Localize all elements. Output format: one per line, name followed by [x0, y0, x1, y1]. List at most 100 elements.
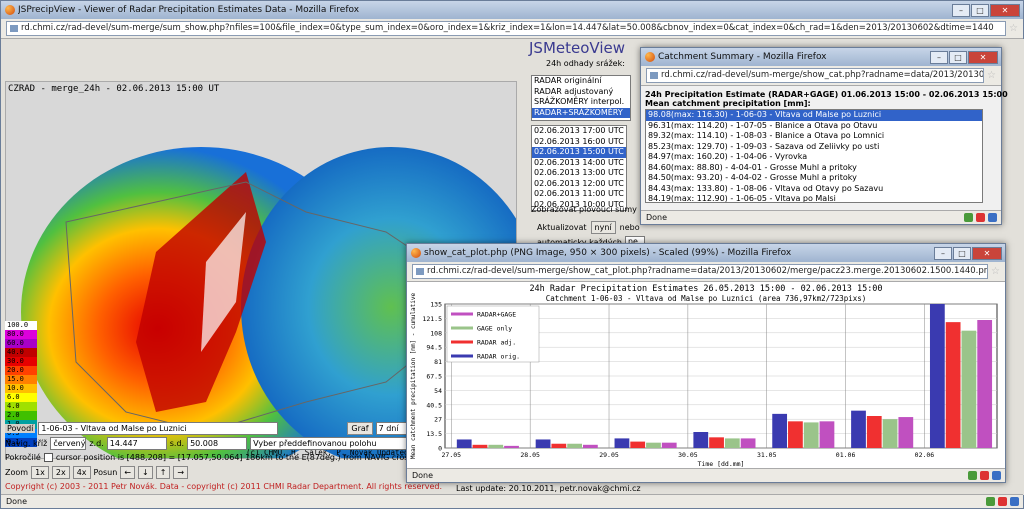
- time-option[interactable]: 02.06.2013 16:00 UTC: [532, 137, 626, 148]
- plot-url-input[interactable]: rd.chmi.cz/rad-devel/sum-merge/show_cat_…: [412, 264, 989, 279]
- legend-entry: 6.0: [5, 393, 37, 402]
- time-option[interactable]: 02.06.2013 14:00 UTC: [532, 158, 626, 169]
- catchment-row[interactable]: 96.31(max: 114.20) - 1-07-05 - Blanice a…: [646, 121, 982, 132]
- bar-gage-only: [724, 438, 740, 448]
- time-option[interactable]: 02.06.2013 12:00 UTC: [532, 179, 626, 190]
- y-tick-label: 40.5: [426, 401, 442, 409]
- graf-button[interactable]: Graf: [347, 421, 373, 435]
- plot-titlebar[interactable]: show_cat_plot.php (PNG Image, 950 × 300 …: [407, 244, 1005, 262]
- bar-gage-only: [882, 419, 898, 448]
- catchment-row[interactable]: 84.19(max: 112.90) - 1-06-05 - Vltava po…: [646, 194, 982, 202]
- legend-entry: 10.0: [5, 384, 37, 393]
- zd-input[interactable]: 14.447: [106, 436, 167, 450]
- pokrocile-checkbox[interactable]: [43, 453, 53, 462]
- legend-entry: 60.0: [5, 339, 37, 348]
- catchment-content: 24h Precipitation Estimate (RADAR+GAGE) …: [641, 86, 1008, 210]
- odhady-label: 24h odhady srážek:: [546, 59, 625, 68]
- catchment-titlebar[interactable]: Catchment Summary - Mozilla Firefox – □ …: [641, 48, 1001, 66]
- catchment-row[interactable]: 89.32(max: 114.10) - 1-08-03 - Blanice a…: [646, 131, 982, 142]
- y-tick-label: 108: [430, 329, 442, 337]
- legend-entry: 15.0: [5, 375, 37, 384]
- time-option[interactable]: 02.06.2013 17:00 UTC: [532, 126, 626, 137]
- sd-input[interactable]: 50.008: [187, 436, 248, 450]
- catchment-statusbar: Done: [641, 210, 1001, 224]
- product-option[interactable]: SRÁŽKOMĚRY interpol.: [532, 97, 630, 108]
- plot-content: 24h Radar Precipitation Estimates 26.05.…: [407, 282, 1005, 468]
- plot-status-text: Done: [412, 471, 434, 480]
- product-option[interactable]: RADAR originální: [532, 76, 630, 87]
- nebo-label: nebo: [619, 223, 640, 232]
- pan-left-button[interactable]: ←: [120, 465, 135, 479]
- x-tick-label: 30.05: [678, 451, 698, 459]
- legend-entry: 20.0: [5, 366, 37, 375]
- bar-radar-orig-: [929, 304, 945, 448]
- y-tick-label: 54: [434, 387, 442, 395]
- posun-label: Posun: [93, 467, 118, 477]
- catchment-row[interactable]: 98.08(max: 116.30) - 1-06-03 - Vltava od…: [646, 110, 982, 121]
- minimize-icon[interactable]: –: [952, 3, 970, 17]
- time-option[interactable]: 02.06.2013 15:00 UTC: [532, 147, 626, 158]
- select-position[interactable]: Vyber předdefinovanou polohu: [250, 436, 421, 450]
- maximize-icon[interactable]: □: [949, 50, 967, 64]
- status-icon-1: [964, 213, 973, 222]
- close-icon[interactable]: ✕: [990, 3, 1020, 17]
- bar-gage-only: [961, 330, 977, 448]
- bar-radar-gage: [977, 320, 993, 448]
- maximize-icon[interactable]: □: [971, 3, 989, 17]
- x-tick-label: 01.06: [836, 451, 856, 459]
- minimize-icon[interactable]: –: [934, 246, 952, 260]
- y-tick-label: 67.5: [426, 373, 442, 381]
- main-url-input[interactable]: rd.chmi.cz/rad-devel/sum-merge/sum_show.…: [6, 21, 1007, 36]
- product-list[interactable]: RADAR originální RADAR adjustovaný SRÁŽKOM…: [531, 75, 631, 121]
- catchment-row[interactable]: 84.97(max: 160.20) - 1-04-06 - Vyrovka: [646, 152, 982, 163]
- time-option[interactable]: 02.06.2013 11:00 UTC: [532, 189, 626, 200]
- status-icon-1: [986, 497, 995, 506]
- bookmark-star-icon[interactable]: ☆: [991, 266, 1000, 277]
- catchment-url-input[interactable]: rd.chmi.cz/rad-devel/sum-merge/show_cat.…: [646, 68, 985, 83]
- catchment-row[interactable]: 85.23(max: 129.70) - 1-09-03 - Sazava od…: [646, 142, 982, 153]
- legend-entry: 2.0: [5, 411, 37, 420]
- status-icon-3: [1010, 497, 1019, 506]
- nyni-button[interactable]: nyní: [590, 221, 616, 234]
- povodi-select[interactable]: 1-06-03 - Vltava od Malse po Luznici: [38, 421, 279, 435]
- bar-radar-gage: [661, 442, 677, 448]
- zoom-2x-button[interactable]: 2x: [51, 465, 70, 479]
- close-icon[interactable]: ✕: [968, 50, 998, 64]
- time-option[interactable]: 02.06.2013 13:00 UTC: [532, 168, 626, 179]
- plovouci-checkbox[interactable]: Zobrazovat plovoucí sumy: [531, 205, 637, 214]
- catchment-list[interactable]: 98.08(max: 116.30) - 1-06-03 - Vltava od…: [645, 109, 983, 203]
- bar-radar-gage: [583, 444, 598, 448]
- catchment-row[interactable]: 84.60(max: 88.80) - 4-04-01 - Grosse Muh…: [646, 163, 982, 174]
- pan-up-button[interactable]: ↑: [155, 465, 171, 479]
- time-list[interactable]: 02.06.2013 17:00 UTC 02.06.2013 16:00 UTC…: [531, 125, 627, 211]
- bookmark-star-icon[interactable]: ☆: [987, 70, 996, 81]
- bar-gage-only: [646, 442, 661, 448]
- maximize-icon[interactable]: □: [953, 246, 971, 260]
- zoom-1x-button[interactable]: 1x: [31, 465, 49, 479]
- bar-radar-orig-: [851, 410, 866, 448]
- main-statusbar: Done: [1, 494, 1023, 508]
- bar-gage-only: [567, 443, 582, 448]
- navig-color-select[interactable]: červený: [50, 436, 87, 450]
- x-tick-label: 02.06: [915, 451, 935, 459]
- pan-down-button[interactable]: ↓: [138, 465, 153, 479]
- status-icon-2: [976, 213, 985, 222]
- catchment-row[interactable]: 84.50(max: 93.20) - 4-04-02 - Grosse Muh…: [646, 173, 982, 184]
- pokrocile-label: Pokročilé: [5, 453, 41, 462]
- precip-chart: 24h Radar Precipitation Estimates 26.05.…: [410, 284, 998, 468]
- close-icon[interactable]: ✕: [972, 246, 1002, 260]
- product-option[interactable]: RADAR+SRÁŽKOMĚRY: [532, 107, 630, 118]
- main-address-bar: rd.chmi.cz/rad-devel/sum-merge/sum_show.…: [1, 19, 1023, 39]
- bar-radar-adj-: [788, 421, 803, 448]
- minimize-icon[interactable]: –: [930, 50, 948, 64]
- status-icon-2: [998, 497, 1007, 506]
- plot-window-title: show_cat_plot.php (PNG Image, 950 × 300 …: [424, 248, 792, 258]
- bar-radar-gage: [740, 438, 756, 448]
- plot-statusbar: Done: [407, 468, 1005, 482]
- bookmark-star-icon[interactable]: ☆: [1009, 23, 1018, 34]
- catchment-row[interactable]: 84.43(max: 133.80) - 1-08-06 - Vltava od…: [646, 184, 982, 195]
- zoom-4x-button[interactable]: 4x: [72, 465, 91, 479]
- main-titlebar[interactable]: JSPrecipView - Viewer of Radar Precipita…: [1, 1, 1023, 19]
- pan-right-button[interactable]: →: [173, 465, 189, 479]
- product-option[interactable]: RADAR adjustovaný: [532, 87, 630, 98]
